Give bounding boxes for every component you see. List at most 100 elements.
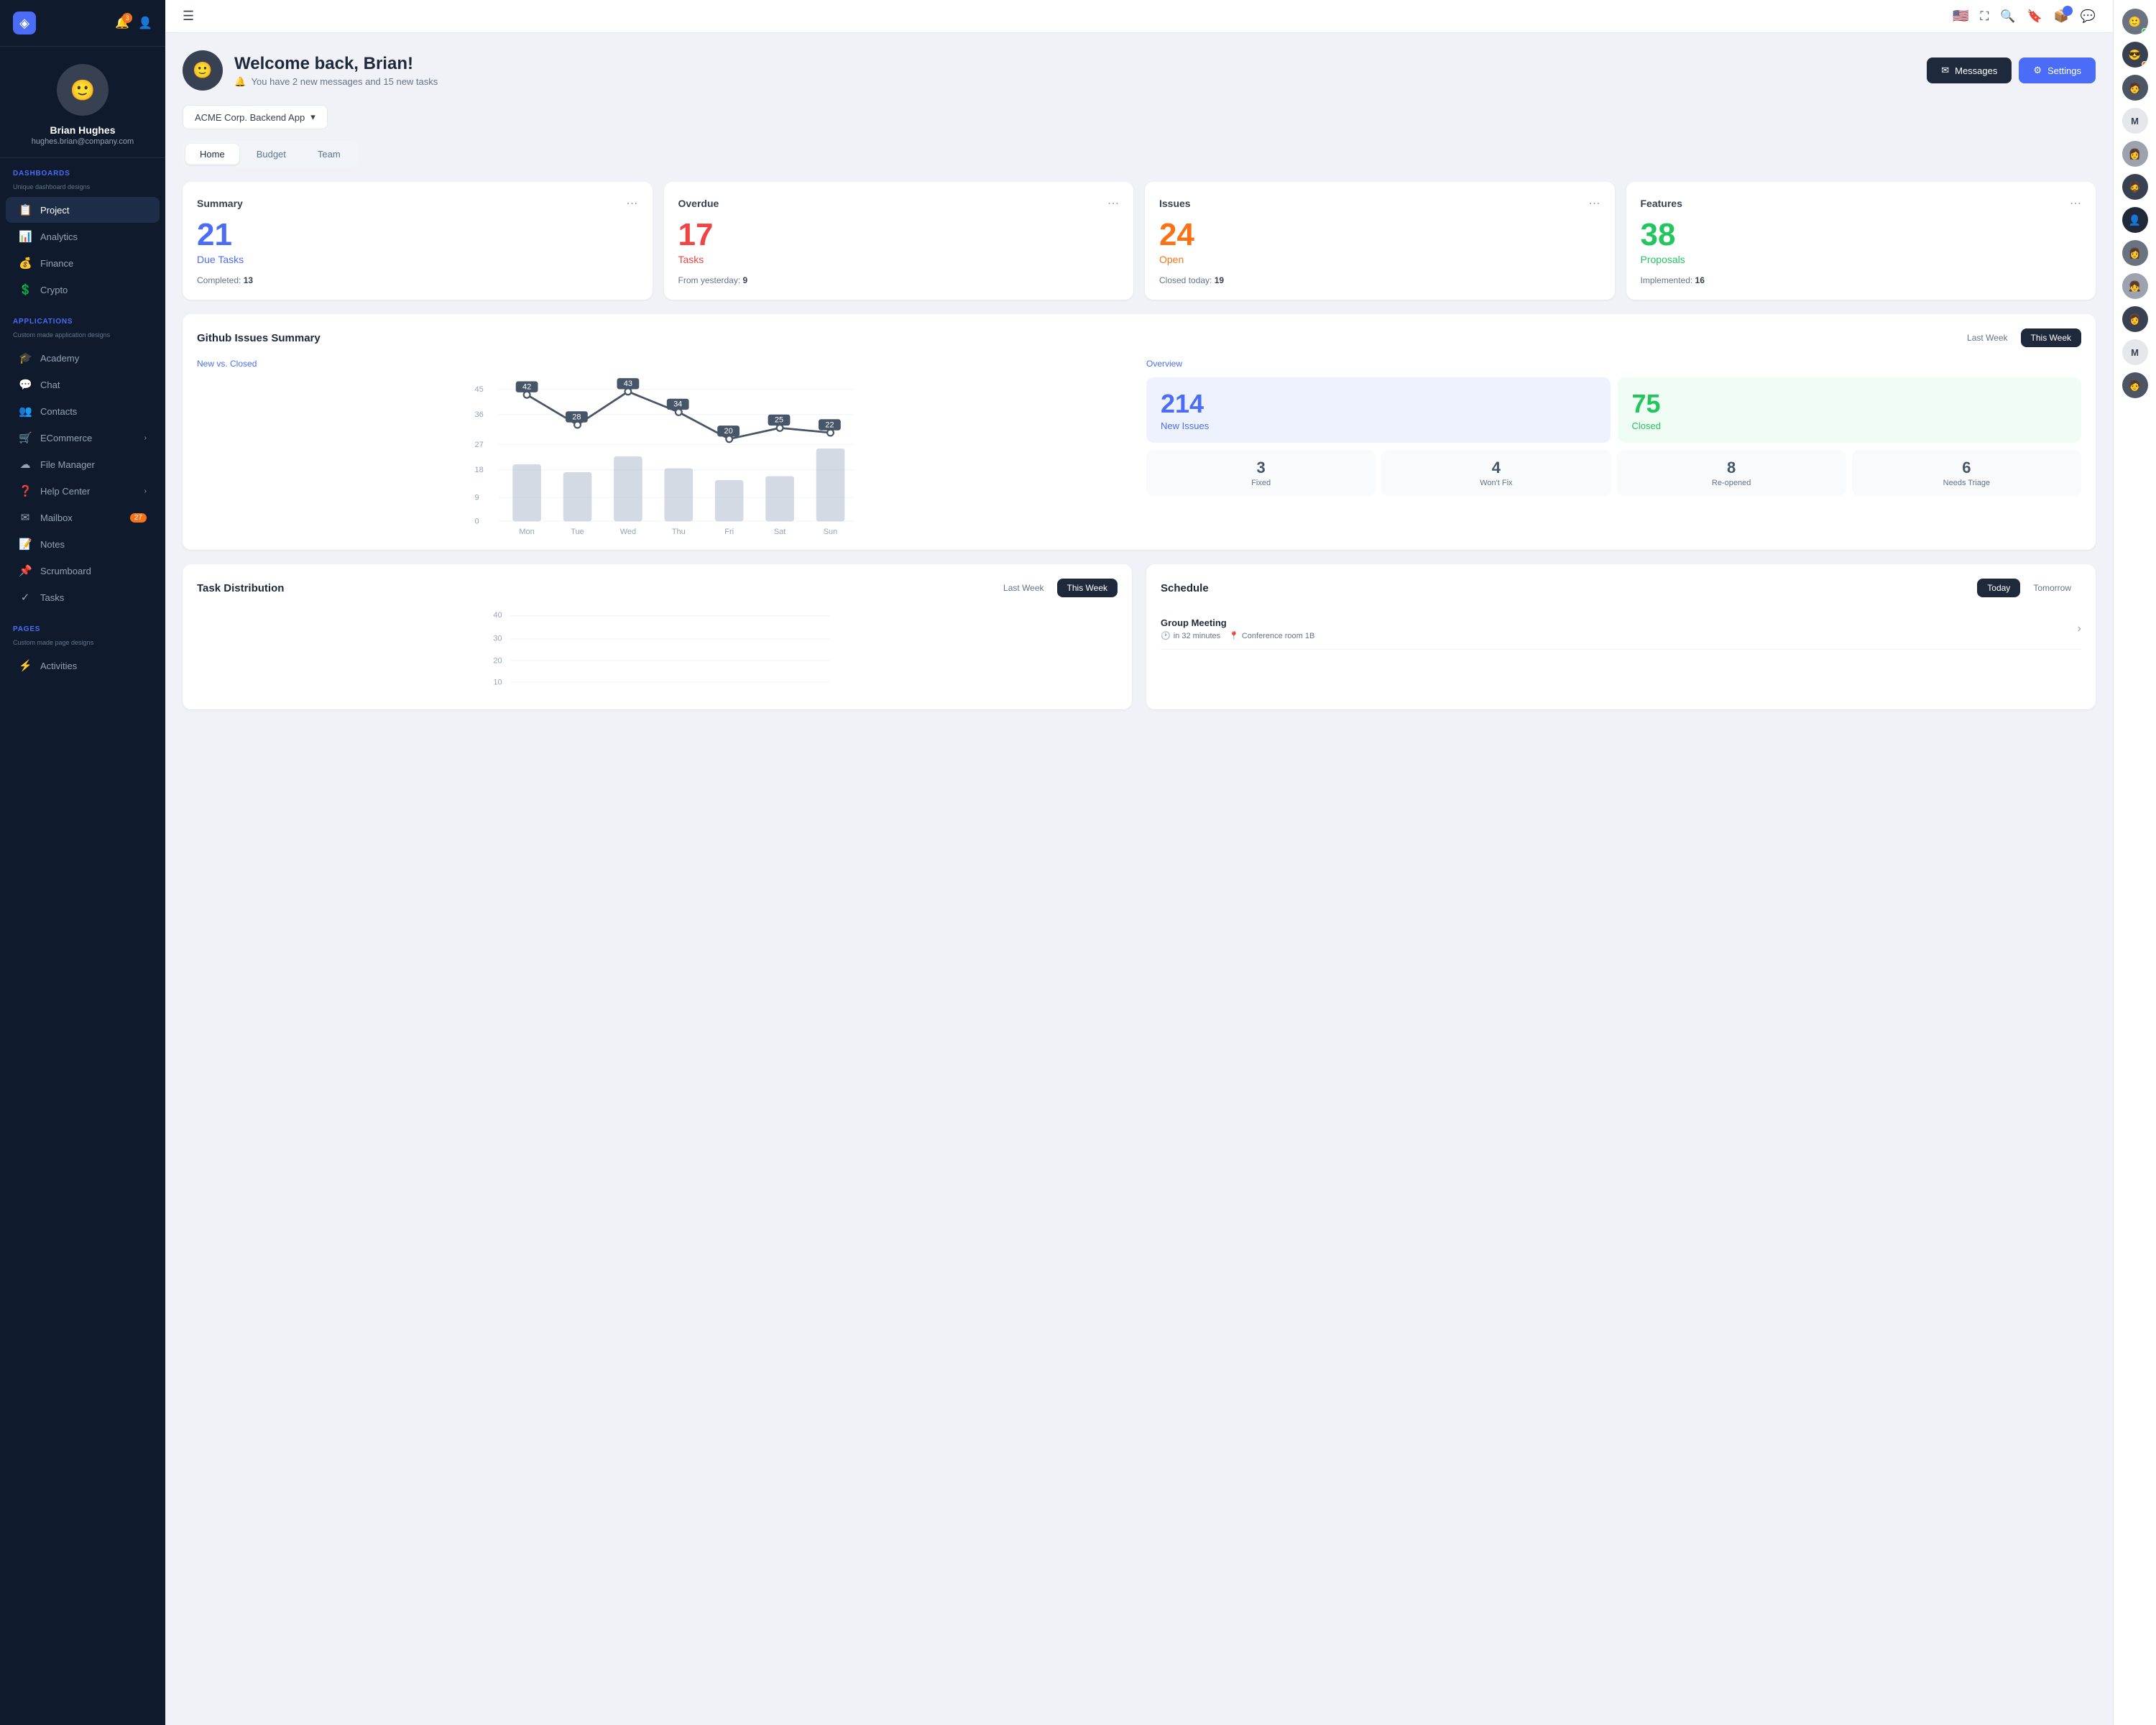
features-number: 38: [1641, 219, 2082, 251]
task-week-toggle: Last Week This Week: [993, 579, 1118, 597]
right-avatar-m2[interactable]: M: [2122, 339, 2148, 365]
sidebar-item-finance[interactable]: 💰 Finance: [6, 250, 160, 276]
sidebar-item-filemanager[interactable]: ☁ File Manager: [6, 451, 160, 477]
right-avatar-7[interactable]: 👩: [2122, 240, 2148, 266]
sidebar-item-activities[interactable]: ⚡ Activities: [6, 653, 160, 678]
sidebar-item-project-label: Project: [40, 205, 69, 216]
tab-budget[interactable]: Budget: [242, 144, 300, 165]
task-this-week-btn[interactable]: This Week: [1057, 579, 1118, 597]
search-button[interactable]: 🔍: [2000, 9, 2015, 24]
messages-topbar-button[interactable]: 💬: [2081, 9, 2096, 24]
project-icon: 📋: [19, 203, 32, 216]
github-last-week-btn[interactable]: Last Week: [1957, 328, 2017, 347]
right-avatar-m1[interactable]: M: [2122, 108, 2148, 134]
github-this-week-btn[interactable]: This Week: [2021, 328, 2081, 347]
bookmark-button[interactable]: 🔖: [2027, 9, 2042, 24]
today-button[interactable]: Today: [1977, 579, 2020, 597]
svg-text:25: 25: [775, 416, 783, 425]
right-avatar-6[interactable]: 👤: [2122, 207, 2148, 233]
sidebar-item-analytics[interactable]: 📊 Analytics: [6, 224, 160, 249]
sidebar-item-helpcenter[interactable]: ❓ Help Center ›: [6, 478, 160, 504]
chart-subtitle: New vs. Closed: [197, 359, 1132, 369]
summary-card-menu[interactable]: ⋯: [627, 196, 638, 211]
tabs: Home Budget Team: [183, 141, 358, 167]
right-avatar-5[interactable]: 🧔: [2122, 174, 2148, 200]
svg-text:9: 9: [475, 494, 479, 502]
sidebar-item-mailbox[interactable]: ✉ Mailbox 27: [6, 505, 160, 530]
messages-button[interactable]: ✉ Messages: [1927, 58, 2012, 83]
sidebar-item-crypto-label: Crypto: [40, 285, 68, 295]
right-avatar-2[interactable]: 😎: [2122, 42, 2148, 68]
avatar-2-online: [2142, 61, 2147, 67]
meeting-meta: 🕐 in 32 minutes 📍 Conference room 1B: [1161, 631, 1314, 640]
sidebar-item-analytics-label: Analytics: [40, 231, 78, 242]
overdue-card-menu[interactable]: ⋯: [1107, 196, 1119, 211]
notifications-button[interactable]: 📦 5: [2054, 9, 2069, 24]
sidebar-item-ecommerce[interactable]: 🛒 ECommerce ›: [6, 425, 160, 451]
bottom-grid: Task Distribution Last Week This Week 40…: [183, 564, 2096, 709]
tomorrow-button[interactable]: Tomorrow: [2023, 579, 2081, 597]
sidebar-item-contacts-label: Contacts: [40, 406, 77, 417]
sidebar-item-project[interactable]: 📋 Project: [6, 197, 160, 223]
hamburger-button[interactable]: ☰: [183, 9, 194, 24]
avatar-1-image: 🙂: [2129, 16, 2141, 28]
schedule-header: Schedule Today Tomorrow: [1161, 579, 2081, 597]
sidebar-item-crypto[interactable]: 💲 Crypto: [6, 277, 160, 303]
sidebar-item-chat[interactable]: 💬 Chat: [6, 372, 160, 397]
fixed-label: Fixed: [1155, 479, 1367, 487]
project-selector[interactable]: ACME Corp. Backend App ▾: [183, 105, 328, 129]
sidebar-item-scrumboard[interactable]: 📌 Scrumboard: [6, 558, 160, 584]
card-header-overdue: Overdue ⋯: [678, 196, 1120, 211]
issues-card-menu[interactable]: ⋯: [1589, 196, 1600, 211]
svg-text:Sat: Sat: [774, 528, 786, 536]
right-avatar-1[interactable]: 🙂: [2122, 9, 2148, 34]
user-circle-icon[interactable]: 👤: [138, 16, 152, 30]
sidebar-item-finance-label: Finance: [40, 258, 73, 269]
clock-icon: 🕐: [1161, 631, 1171, 640]
avatar-3-image: 🧑: [2129, 82, 2141, 94]
meeting-arrow-icon[interactable]: ›: [2078, 622, 2081, 635]
sidebar-item-academy[interactable]: 🎓 Academy: [6, 345, 160, 371]
ecommerce-icon: 🛒: [19, 431, 32, 444]
flag-icon[interactable]: 🇺🇸: [1953, 9, 1968, 24]
right-avatar-9[interactable]: 👩: [2122, 306, 2148, 332]
new-issues-card: 214 New Issues: [1146, 377, 1611, 443]
main-content: ☰ 🇺🇸 ⛶ 🔍 🔖 📦 5 💬 🙂 Welcome back, Brian! …: [165, 0, 2113, 1725]
fullscreen-button[interactable]: ⛶: [1980, 9, 1989, 24]
closed-issues-number: 75: [1632, 389, 2068, 419]
academy-icon: 🎓: [19, 351, 32, 364]
issues-label: Open: [1159, 254, 1600, 265]
sidebar-item-filemanager-label: File Manager: [40, 459, 95, 470]
features-card-menu[interactable]: ⋯: [2070, 196, 2081, 211]
task-last-week-btn[interactable]: Last Week: [993, 579, 1054, 597]
sidebar-item-tasks-label: Tasks: [40, 592, 64, 603]
closed-issues-label: Closed: [1632, 420, 2068, 431]
activities-icon: ⚡: [19, 659, 32, 672]
welcome-title: Welcome back, Brian!: [234, 54, 438, 74]
tab-home[interactable]: Home: [185, 144, 239, 165]
project-selector-label: ACME Corp. Backend App: [195, 112, 305, 123]
svg-text:Mon: Mon: [519, 528, 534, 536]
sidebar-item-activities-label: Activities: [40, 661, 77, 671]
sidebar: ◈ 🔔 3 👤 🙂 Brian Hughes hughes.brian@comp…: [0, 0, 165, 1725]
summary-cards: Summary ⋯ 21 Due Tasks Completed: 13 Ove…: [183, 182, 2096, 300]
pages-sublabel: Custom made page designs: [0, 639, 165, 652]
bell-icon[interactable]: 🔔 3: [115, 16, 129, 30]
right-avatar-4[interactable]: 👩: [2122, 141, 2148, 167]
applications-label: APPLICATIONS: [0, 318, 165, 331]
right-avatar-10[interactable]: 🧑: [2122, 372, 2148, 398]
features-card-title: Features: [1641, 198, 1682, 209]
right-avatar-8[interactable]: 👧: [2122, 273, 2148, 299]
tab-team[interactable]: Team: [303, 144, 355, 165]
settings-button[interactable]: ⚙ Settings: [2019, 58, 2096, 83]
sidebar-item-notes[interactable]: 📝 Notes: [6, 531, 160, 557]
right-avatar-3[interactable]: 🧑: [2122, 75, 2148, 101]
reopened-label: Re-opened: [1626, 479, 1838, 487]
notifications-badge: 5: [2063, 6, 2073, 16]
sidebar-item-tasks[interactable]: ✓ Tasks: [6, 584, 160, 610]
svg-text:43: 43: [624, 380, 632, 388]
sidebar-item-contacts[interactable]: 👥 Contacts: [6, 398, 160, 424]
logo-icon[interactable]: ◈: [13, 12, 36, 34]
welcome-subtitle: 🔔 You have 2 new messages and 15 new tas…: [234, 76, 438, 88]
right-panel: 🙂 😎 🧑 M 👩 🧔 👤 👩 👧 👩 M 🧑: [2113, 0, 2156, 1725]
